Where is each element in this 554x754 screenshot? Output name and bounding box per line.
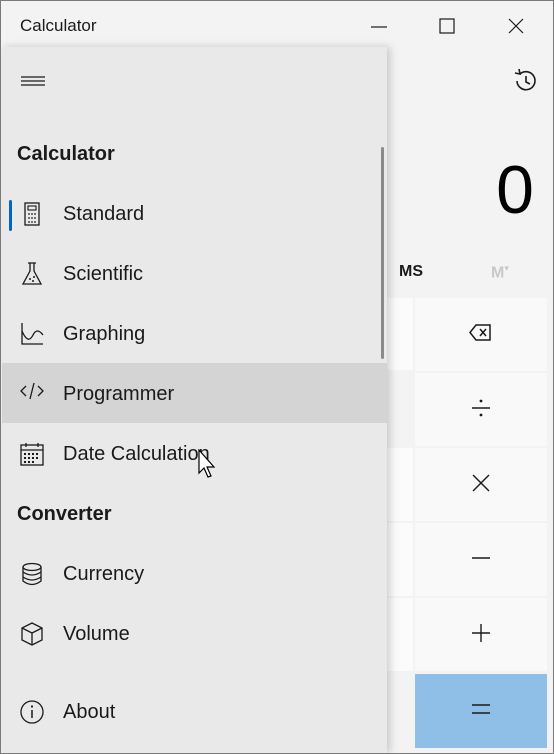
history-icon (514, 68, 536, 91)
divide-icon (472, 399, 490, 417)
memory-view-button[interactable]: M▾ (491, 263, 509, 282)
nav-item-standard[interactable]: Standard (2, 186, 387, 244)
maximize-button[interactable] (413, 1, 481, 53)
section-header-converter: Converter (17, 503, 112, 525)
nav-item-label: Standard (63, 203, 145, 225)
calendar-icon (20, 443, 44, 466)
key-partial[interactable] (387, 523, 413, 596)
backspace-icon (469, 324, 491, 341)
menu-button[interactable] (12, 61, 52, 101)
equals-icon (472, 704, 490, 714)
equals-button[interactable] (415, 674, 547, 748)
calculator-icon (24, 202, 40, 226)
chevron-down-icon: ▾ (504, 263, 509, 273)
code-icon (20, 382, 44, 400)
app-title: Calculator (20, 16, 97, 35)
key-partial[interactable] (387, 298, 413, 370)
mouse-cursor-icon (198, 449, 216, 478)
nav-item-label: Volume (63, 623, 130, 645)
navigation-pane: Calculator Standard Scientific Graphing … (2, 47, 387, 753)
multiply-button[interactable] (415, 448, 547, 521)
memory-view-label: M (491, 264, 505, 282)
hamburger-icon (21, 76, 45, 86)
close-icon (508, 18, 524, 34)
display-value: 0 (496, 152, 534, 228)
nav-item-about[interactable]: About (2, 684, 387, 742)
backspace-button[interactable] (415, 298, 547, 371)
key-partial[interactable] (387, 598, 413, 671)
divide-button[interactable] (415, 373, 547, 446)
info-icon (20, 700, 44, 724)
history-button[interactable] (501, 59, 549, 103)
nav-item-label: About (63, 701, 116, 723)
memory-store-button[interactable]: MS (399, 263, 423, 281)
section-header-calculator: Calculator (17, 143, 115, 165)
calculator-window: Calculator 0 MS M▾ Calculator Standard S… (0, 0, 554, 754)
coins-icon (22, 562, 42, 586)
selection-indicator (9, 200, 12, 231)
flask-icon (21, 262, 43, 285)
nav-item-scientific[interactable]: Scientific (2, 246, 387, 304)
nav-item-label: Graphing (63, 323, 146, 345)
nav-item-volume[interactable]: Volume (2, 606, 387, 664)
nav-item-programmer[interactable]: Programmer (2, 363, 387, 423)
cube-icon (21, 622, 43, 646)
plus-icon (472, 624, 490, 642)
nav-item-label: Date Calculation (63, 443, 210, 465)
nav-item-label: Programmer (63, 383, 175, 405)
multiply-icon (472, 474, 490, 492)
title-bar: Calculator (1, 1, 553, 53)
minimize-button[interactable] (345, 1, 413, 53)
close-button[interactable] (482, 1, 550, 53)
graph-icon (21, 323, 44, 345)
subtract-button[interactable] (415, 523, 547, 596)
nav-item-graphing[interactable]: Graphing (2, 306, 387, 364)
maximize-icon (439, 18, 455, 34)
nav-item-currency[interactable]: Currency (2, 546, 387, 604)
add-button[interactable] (415, 598, 547, 671)
nav-item-date-calculation[interactable]: Date Calculation (2, 426, 387, 484)
key-partial[interactable] (387, 448, 413, 521)
minimize-icon (371, 26, 387, 28)
minus-icon (472, 557, 490, 559)
nav-item-label: Scientific (63, 263, 144, 285)
nav-item-label: Currency (63, 563, 145, 585)
